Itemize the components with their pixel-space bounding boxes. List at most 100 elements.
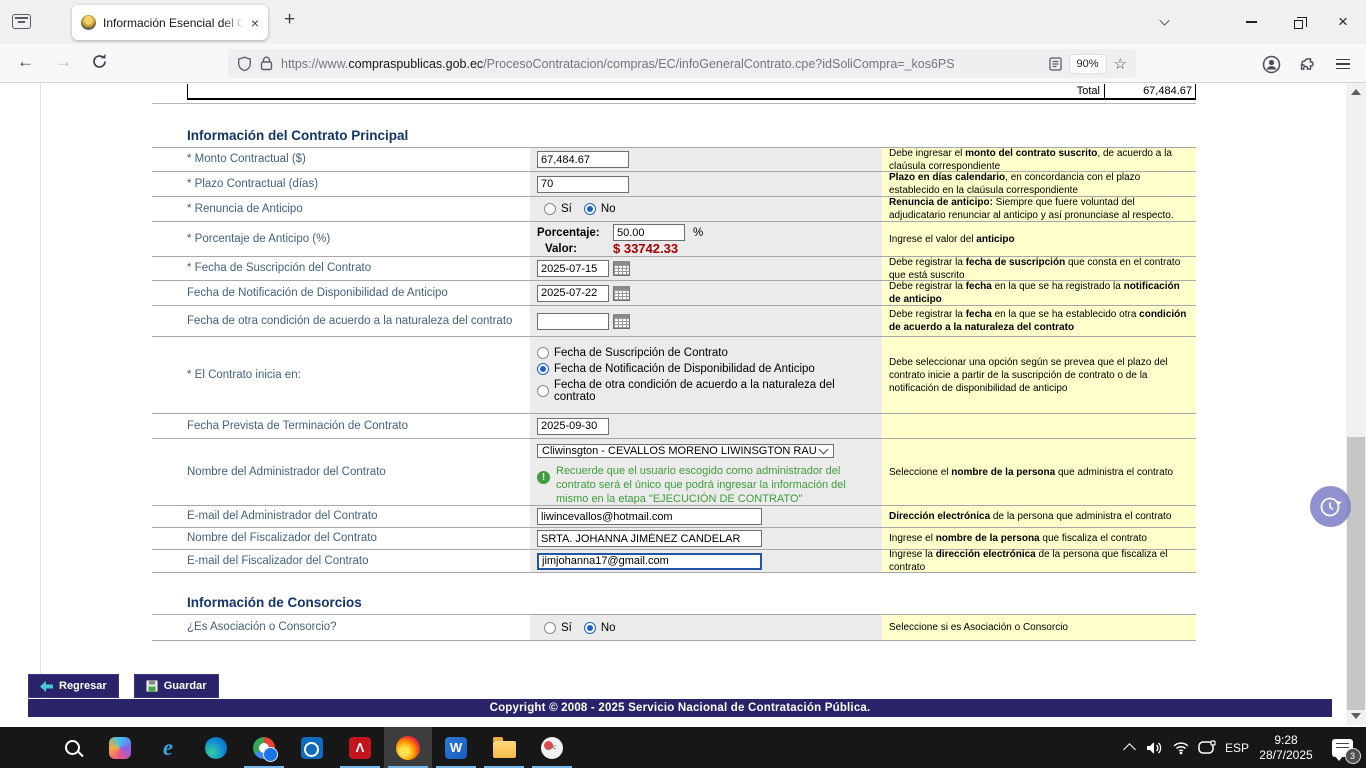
help-consorcio: Seleccione si es Asociación o Consorcio (882, 615, 1196, 640)
renuncia-si-radio[interactable] (544, 203, 556, 215)
consorcio-no-radio[interactable] (584, 622, 596, 634)
row-email-fiscal: E-mail del Fiscalizador del Contrato Ing… (152, 550, 1196, 573)
fiscalizador-input[interactable] (537, 530, 762, 547)
label-fecha-prevista: Fecha Prevista de Terminación de Contrat… (152, 414, 530, 438)
clock-time: 9:28 (1259, 733, 1312, 748)
tab-title: Información Esencial del Contra (103, 16, 244, 30)
regresar-button[interactable]: Regresar (28, 674, 119, 698)
porcentaje-input[interactable] (613, 224, 685, 241)
meet-now-icon[interactable] (1194, 727, 1220, 768)
firefox-icon[interactable] (384, 727, 432, 768)
floating-clock-widget[interactable] (1310, 486, 1351, 527)
new-tab-button[interactable]: + (284, 9, 295, 31)
clock[interactable]: 9:2828/7/2025 (1254, 727, 1318, 768)
renuncia-no-radio[interactable] (584, 203, 596, 215)
vertical-scrollbar[interactable] (1346, 83, 1366, 725)
fecha-prevista-input[interactable] (537, 418, 609, 435)
internet-explorer-icon[interactable]: e (144, 727, 192, 768)
windows-taskbar: e Λ W ✂ ESP 9:2828/7/2025 3 (0, 727, 1366, 768)
menu-hamburger-icon[interactable] (1330, 52, 1356, 76)
url-bar[interactable]: https://www.compraspublicas.gob.ec/Proce… (228, 49, 1136, 78)
file-explorer-icon[interactable] (480, 727, 528, 768)
fecha-suscripcion-input[interactable] (537, 260, 609, 277)
url-text[interactable]: https://www.compraspublicas.gob.ec/Proce… (281, 57, 1041, 71)
email-fiscal-input[interactable] (537, 553, 762, 570)
back-icon[interactable]: ← (17, 50, 34, 74)
window-restore-button[interactable] (1281, 10, 1315, 38)
browser-tab[interactable]: Información Esencial del Contra × (72, 5, 268, 40)
help-fiscalizador: Ingrese el nombre de la persona que fisc… (882, 528, 1196, 549)
extensions-puzzle-icon[interactable] (1294, 52, 1320, 76)
acrobat-icon[interactable]: Λ (336, 727, 384, 768)
content-left-border (40, 83, 41, 700)
edge-icon[interactable] (192, 727, 240, 768)
list-tabs-icon[interactable] (1160, 16, 1170, 26)
bookmark-star-icon[interactable]: ☆ (1114, 55, 1127, 73)
wifi-icon[interactable] (1168, 727, 1194, 768)
help-fecha-notificacion: Debe registrar la fecha en la que se ha … (882, 281, 1196, 305)
label-fecha-suscripcion: * Fecha de Suscripción del Contrato (152, 257, 530, 280)
row-consorcio: ¿Es Asociación o Consorcio? Sí No Selecc… (152, 615, 1196, 641)
help-monto: Debe ingresar el monto del contrato susc… (882, 148, 1196, 171)
scrollbar-thumb[interactable] (1347, 437, 1365, 710)
tray-chevron-up-icon[interactable] (1116, 727, 1142, 768)
outlook-icon[interactable] (288, 727, 336, 768)
monto-input[interactable] (537, 151, 629, 168)
scroll-down-arrow[interactable] (1351, 713, 1361, 719)
shield-icon[interactable] (237, 56, 252, 72)
help-fecha-prevista (882, 414, 1196, 438)
fecha-otra-input[interactable] (537, 313, 609, 330)
plazo-input[interactable] (537, 176, 629, 193)
help-fecha-otra: Debe registrar la fecha en la que se ha … (882, 306, 1196, 336)
notification-badge: 3 (1345, 748, 1361, 764)
word-icon[interactable]: W (432, 727, 480, 768)
copyright-footer: Copyright © 2008 - 2025 Servicio Naciona… (28, 699, 1332, 717)
zoom-level-chip[interactable]: 90% (1070, 55, 1106, 73)
consorcio-si-radio[interactable] (544, 622, 556, 634)
inicia-opcion1-radio[interactable] (537, 347, 549, 359)
volume-icon[interactable] (1142, 727, 1168, 768)
notification-center[interactable]: 3 (1322, 727, 1362, 768)
row-fecha-otra: Fecha de otra condición de acuerdo a la … (152, 306, 1196, 337)
snipping-tool-icon[interactable]: ✂ (528, 727, 576, 768)
window-close-button[interactable]: × (1326, 8, 1360, 36)
screen: Información Esencial del Contra × + × ← … (0, 0, 1366, 768)
fecha-notificacion-input[interactable] (537, 285, 609, 302)
lock-icon[interactable] (260, 56, 273, 71)
firefox-view-icon[interactable] (12, 14, 31, 29)
calendar-icon[interactable] (613, 314, 630, 329)
tab-close-icon[interactable]: × (251, 16, 259, 30)
guardar-button[interactable]: Guardar (134, 674, 219, 698)
start-button[interactable] (0, 727, 48, 768)
help-email-fiscal: Ingrese la dirección electrónica de la p… (882, 550, 1196, 572)
total-table: Total 67,484.67 (187, 84, 1196, 100)
administrador-select[interactable]: Cliwinsgton - CEVALLOS MORENO LIWINSGTON… (537, 444, 834, 458)
reader-view-icon[interactable] (1049, 57, 1062, 71)
label-renuncia: * Renuncia de Anticipo (152, 197, 530, 221)
inicia-opcion3-radio[interactable] (537, 385, 549, 397)
chrome-icon[interactable] (240, 727, 288, 768)
reload-icon[interactable] (91, 53, 108, 70)
tab-strip: Información Esencial del Contra × + × (0, 0, 1366, 44)
valor-anticipo: $ 33742.33 (613, 241, 678, 256)
language-indicator[interactable]: ESP (1220, 727, 1254, 768)
account-icon[interactable] (1258, 52, 1284, 76)
scroll-up-arrow[interactable] (1351, 89, 1361, 95)
label-plazo: * Plazo Contractual (días) (152, 172, 530, 196)
help-administrador: Seleccione el nombre de la persona que a… (882, 439, 1196, 505)
inicia-opcion3-label: Fecha de otra condición de acuerdo a la … (554, 379, 863, 403)
form-actions: Regresar Guardar (28, 674, 219, 698)
percent-sign: % (693, 227, 703, 239)
email-admin-input[interactable] (537, 508, 762, 525)
inicia-opcion1-label: Fecha de Suscripción de Contrato (554, 347, 728, 359)
search-button[interactable] (48, 727, 96, 768)
calendar-icon[interactable] (613, 261, 630, 276)
calendar-icon[interactable] (613, 286, 630, 301)
consorcio-si-label: Sí (561, 622, 572, 634)
window-minimize-button[interactable] (1234, 8, 1268, 36)
copilot-icon[interactable] (96, 727, 144, 768)
label-email-fiscal: E-mail del Fiscalizador del Contrato (152, 550, 530, 572)
help-fecha-suscripcion: Debe registrar la fecha de suscripción q… (882, 257, 1196, 280)
inicia-opcion2-radio[interactable] (537, 363, 549, 375)
valor-sublabel: Valor: (537, 243, 613, 255)
